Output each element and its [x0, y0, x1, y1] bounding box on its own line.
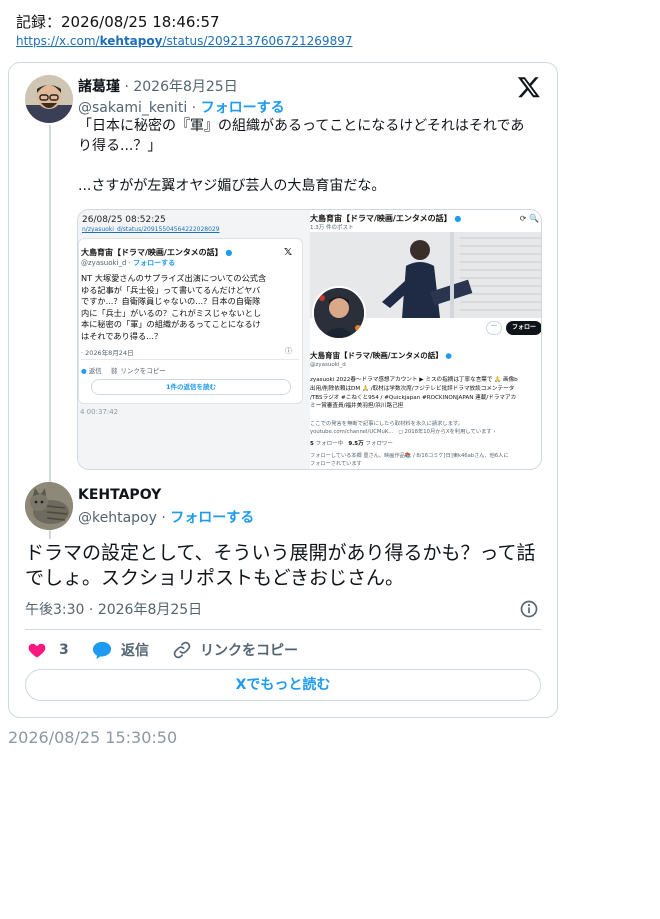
tweet-text-line: 「日本に秘密の『軍』の組織があるってことになるけどそれはそれであり得る...？」: [78, 118, 525, 154]
url-user: kehtapoy: [99, 34, 163, 48]
thread-connector: [49, 125, 51, 539]
profile-follow-counts: 5 フォロー中 9.5万 フォロワー: [310, 441, 393, 447]
profile-meta: ここでの発言を無断で記事にしたら取材料を永久に請求します。 youtube.co…: [310, 421, 496, 436]
reply-bubble-icon: [92, 641, 112, 660]
screenshot-author-name: 大島育宙【ドラマ/映画/エンタメの話】 ●: [81, 248, 233, 257]
quoted-handle-row: @sakami_keniti · フォローする: [78, 97, 285, 117]
screenshot-author-handle: @zyasuoki_d · フォローする: [81, 259, 176, 267]
profile-follow-button: フォロー: [506, 321, 541, 335]
screenshot-footer-time: 4 00:37:42: [80, 408, 119, 416]
screenshot-tweet-card: 大島育宙【ドラマ/映画/エンタメの話】 ● @zyasuoki_d · フォロー…: [78, 238, 303, 404]
divider: [81, 359, 299, 360]
screenshot-right-panel: 大島育宙【ドラマ/映画/エンタメの話】 ● 1.3万 件のポスト ⟳ 🔍 ···…: [310, 210, 541, 469]
follow-button[interactable]: フォローする: [170, 510, 254, 526]
screenshot-left-panel: 26/08/25 08:52:25 n/zyasuoki_d/status/20…: [78, 210, 310, 469]
url-suffix: /status/2092137606721269897: [162, 34, 353, 48]
info-icon[interactable]: [519, 599, 539, 619]
x-logo-icon[interactable]: [517, 75, 541, 99]
record-url[interactable]: https://x.com/kehtapoy/status/2092137606…: [16, 34, 352, 48]
separator: ·: [191, 100, 201, 116]
separator: ·: [161, 510, 171, 526]
author-name[interactable]: 諸葛瑾: [78, 79, 120, 95]
divider: [25, 629, 541, 630]
profile-avatar: [312, 286, 366, 340]
profile-handle: @zyasuoki_d: [310, 362, 346, 368]
main-tweet-text: ドラマの設定として、そういう展開があり得るかも？って話でしょ。スクショリポストも…: [25, 542, 536, 589]
like-count: 3: [59, 642, 69, 658]
follow-button[interactable]: フォローする: [201, 100, 285, 116]
reply-button[interactable]: 返信: [91, 639, 149, 661]
quoted-author-row: 諸葛瑾 · 2026年8月25日: [78, 76, 238, 96]
avatar[interactable]: [25, 75, 73, 123]
author-name[interactable]: KEHTAPOY: [78, 487, 161, 503]
tweet-date[interactable]: 2026年8月25日: [133, 79, 237, 95]
reply-label: 返信: [121, 643, 149, 659]
attached-screenshot[interactable]: 26/08/25 08:52:25 n/zyasuoki_d/status/20…: [77, 209, 542, 470]
tweet-text-line: ...さすがが左翼オヤジ媚び芸人の大島育宙だな。: [78, 178, 386, 194]
avatar[interactable]: [25, 482, 73, 530]
screenshot-date: · 2026年8月24日: [81, 349, 134, 357]
main-author-row: KEHTAPOY: [78, 487, 161, 503]
tweet-card: 諸葛瑾 · 2026年8月25日 @sakami_keniti · フォローする…: [8, 62, 558, 718]
screenshot-read-replies: 1件の返信を読む: [91, 379, 291, 395]
tweet-timestamp[interactable]: 午後3:30 · 2026年8月25日: [25, 599, 202, 619]
copy-link-label: リンクをコピー: [200, 643, 298, 659]
main-handle-row: @kehtapoy · フォローする: [78, 507, 254, 527]
read-more-button[interactable]: Xでもっと読む: [25, 669, 541, 701]
profile-bio: zyasuoki 2022春〜ドラマ感想アカウント ▶ ミスの指摘は丁寧な言葉で…: [310, 377, 518, 410]
author-handle[interactable]: @sakami_keniti: [78, 100, 187, 116]
record-timestamp: 記録：2026/08/25 18:46:57: [16, 13, 220, 31]
copy-link-button[interactable]: リンクをコピー: [172, 639, 298, 661]
url-prefix: https://x.com/: [16, 34, 100, 48]
link-icon: [173, 641, 191, 659]
like-button[interactable]: 3: [27, 639, 69, 661]
author-handle[interactable]: @kehtapoy: [78, 510, 157, 526]
profile-post-count: 1.3万 件のポスト: [310, 225, 354, 231]
profile-name: 大島育宙【ドラマ/映画/エンタメの話】 ●: [310, 351, 452, 360]
profile-known-followers: フォローしている本郷 豊さん、映画作品📚 / 8/16コミケ[日]東k46abさ…: [310, 453, 509, 467]
profile-header-icons: ⟳ 🔍: [519, 214, 539, 223]
info-icon: ⓘ: [285, 347, 292, 355]
tweet-date: 2026年8月25日: [97, 602, 203, 618]
screenshot-url: n/zyasuoki_d/status/20915504564222028029: [82, 226, 220, 233]
tweet-time: 午後3:30: [25, 602, 85, 618]
x-logo-icon: 𝕏: [283, 247, 292, 258]
more-options-icon: ···: [486, 321, 502, 335]
screenshot-actions: ● 返信 ⛓ リンクをコピー: [81, 367, 166, 375]
profile-header: 大島育宙【ドラマ/映画/エンタメの話】 ● 1.3万 件のポスト ⟳ 🔍: [310, 210, 541, 232]
heart-icon: [28, 643, 46, 658]
screenshot-timestamp: 26/08/25 08:52:25: [82, 215, 166, 225]
footer-timestamp: 2026/08/25 15:30:50: [8, 728, 178, 747]
screenshot-tweet-text: NT 大塚愛さんのサプライズ出演についての公式含 ゆる記事が「兵士役」って書いて…: [81, 273, 267, 341]
quoted-tweet-text: 「日本に秘密の『軍』の組織があるってことになるけどそれはそれであり得る...？」…: [78, 116, 538, 196]
